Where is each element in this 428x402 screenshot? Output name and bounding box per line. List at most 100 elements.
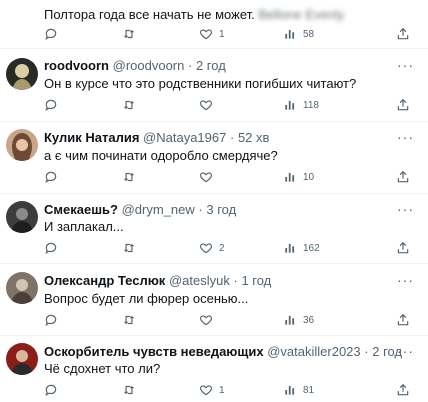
views-count: 162 xyxy=(303,242,320,254)
tweet-actions: 1 81 xyxy=(0,383,428,401)
author-handle[interactable]: @vatakiller2023 xyxy=(267,344,360,359)
reply-icon xyxy=(45,28,57,40)
tweet-text: а є чим починати одоробло смердяче? xyxy=(44,148,278,163)
tweet-actions: 118 xyxy=(0,98,428,116)
views-button[interactable]: 162 xyxy=(283,241,320,255)
tweet-header: Смекаешь? @drym_new · 3 год xyxy=(44,202,236,217)
reply-icon xyxy=(45,314,57,326)
reply-button[interactable] xyxy=(44,383,58,397)
reply-button[interactable] xyxy=(44,170,58,184)
views-button[interactable]: 81 xyxy=(283,383,314,397)
avatar[interactable] xyxy=(6,201,38,233)
retweet-icon xyxy=(123,385,135,395)
avatar[interactable] xyxy=(6,129,38,161)
tweet-text: Полтора года все начать не может. Bellon… xyxy=(44,7,345,22)
like-button[interactable]: 1 xyxy=(199,383,225,397)
views-icon xyxy=(285,385,295,395)
tweet[interactable]: roodvoorn @roodvoorn · 2 год ··· Он в ку… xyxy=(0,49,428,121)
share-icon xyxy=(397,313,409,326)
more-button[interactable]: ··· xyxy=(397,201,414,217)
share-button[interactable] xyxy=(396,383,410,397)
author-name[interactable]: Смекаешь? xyxy=(44,202,118,217)
tweet-partial: Полтора года все начать не может. Bellon… xyxy=(0,0,428,47)
author-handle[interactable]: @ateslyuk xyxy=(169,273,230,288)
author-handle[interactable]: @roodvoorn xyxy=(113,58,185,73)
retweet-button[interactable] xyxy=(122,383,136,397)
share-icon xyxy=(397,27,409,40)
tweet-text: Чё сдохнет что ли? xyxy=(44,361,161,376)
views-button[interactable]: 10 xyxy=(283,170,314,184)
separator: · xyxy=(233,273,238,288)
like-button[interactable] xyxy=(199,313,213,327)
like-count: 1 xyxy=(219,384,225,396)
retweet-icon xyxy=(123,172,135,182)
more-button[interactable]: ··· xyxy=(397,57,414,73)
reply-icon xyxy=(45,171,57,183)
like-button[interactable] xyxy=(199,170,213,184)
author-name[interactable]: roodvoorn xyxy=(44,58,109,73)
views-button[interactable]: 118 xyxy=(283,98,319,112)
retweet-icon xyxy=(123,243,135,253)
avatar[interactable] xyxy=(6,272,38,304)
retweet-icon xyxy=(123,29,135,39)
views-count: 81 xyxy=(303,384,315,396)
share-icon xyxy=(397,98,409,111)
timestamp[interactable]: 2 год xyxy=(196,58,226,73)
views-button[interactable]: 36 xyxy=(283,313,314,327)
share-icon xyxy=(397,383,409,396)
like-button[interactable]: 1 xyxy=(199,27,225,41)
share-icon xyxy=(397,170,409,183)
tweet-header: Кулик Наталия @Nataya1967 · 52 хв xyxy=(44,130,269,145)
author-name[interactable]: Кулик Наталия xyxy=(44,130,139,145)
tweet[interactable]: Олександр Теслюк @ateslyuk · 1 год ··· В… xyxy=(0,264,428,335)
separator: · xyxy=(229,130,235,145)
share-button[interactable] xyxy=(396,170,410,184)
more-button[interactable]: ··· xyxy=(397,343,414,359)
reply-button[interactable] xyxy=(44,98,58,112)
retweet-button[interactable] xyxy=(122,27,136,41)
heart-icon xyxy=(199,243,213,254)
tweet-header: Оскорбитель чувств неведающих @vatakille… xyxy=(44,344,402,359)
tweet[interactable]: Кулик Наталия @Nataya1967 · 52 хв ··· а … xyxy=(0,122,428,193)
tweet-header: Олександр Теслюк @ateslyuk · 1 год xyxy=(44,273,271,288)
tweet-actions: 10 xyxy=(0,170,428,188)
author-handle[interactable]: @drym_new xyxy=(122,202,195,217)
timestamp[interactable]: 52 хв xyxy=(238,130,269,145)
retweet-button[interactable] xyxy=(122,241,136,255)
like-button[interactable] xyxy=(199,98,213,112)
like-button[interactable]: 2 xyxy=(199,241,225,255)
share-button[interactable] xyxy=(396,313,410,327)
tweet-text: Вопрос будет ли фюрер осенью... xyxy=(44,291,249,306)
heart-icon xyxy=(199,100,213,111)
views-count: 36 xyxy=(303,314,315,326)
avatar[interactable] xyxy=(6,343,38,375)
share-button[interactable] xyxy=(396,98,410,112)
reply-button[interactable] xyxy=(44,313,58,327)
separator: · xyxy=(188,58,193,73)
like-count: 2 xyxy=(219,242,225,254)
timestamp[interactable]: 1 год xyxy=(241,273,271,288)
more-button[interactable]: ··· xyxy=(397,129,414,145)
avatar[interactable] xyxy=(6,58,38,90)
more-button[interactable]: ··· xyxy=(397,272,414,288)
retweet-button[interactable] xyxy=(122,313,136,327)
author-handle[interactable]: @Nataya1967 xyxy=(143,130,226,145)
tweet[interactable]: Оскорбитель чувств неведающих @vatakille… xyxy=(0,336,428,402)
views-button[interactable]: 58 xyxy=(283,27,314,41)
reply-button[interactable] xyxy=(44,241,58,255)
timestamp[interactable]: 3 год xyxy=(206,202,236,217)
retweet-button[interactable] xyxy=(122,98,136,112)
reply-icon xyxy=(45,99,57,111)
views-icon xyxy=(285,172,295,182)
views-icon xyxy=(285,100,295,110)
author-name[interactable]: Оскорбитель чувств неведающих xyxy=(44,344,264,359)
views-count: 118 xyxy=(303,99,319,111)
views-icon xyxy=(285,243,295,253)
share-button[interactable] xyxy=(396,241,410,255)
share-button[interactable] xyxy=(396,27,410,41)
tweet[interactable]: Смекаешь? @drym_new · 3 год ··· И заплак… xyxy=(0,194,428,263)
share-icon xyxy=(397,241,409,254)
author-name[interactable]: Олександр Теслюк xyxy=(44,273,165,288)
reply-button[interactable] xyxy=(44,27,58,41)
retweet-button[interactable] xyxy=(122,170,136,184)
